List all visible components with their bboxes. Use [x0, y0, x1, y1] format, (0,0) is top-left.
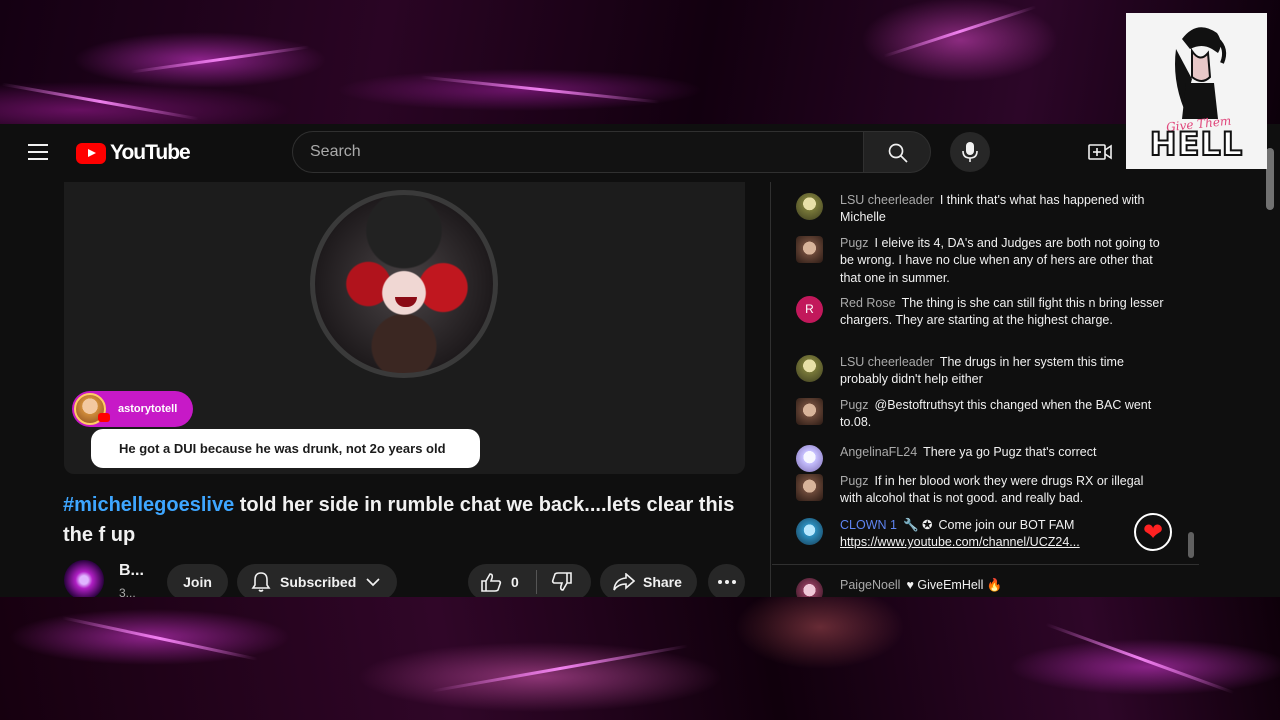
background-bottom: [0, 597, 1280, 720]
chat-author[interactable]: Red Rose: [840, 296, 896, 310]
commenter-name: astorytotell: [118, 403, 178, 415]
create-video-icon: [1088, 144, 1112, 160]
thumbs-down-icon[interactable]: [551, 572, 573, 592]
chat-text: There ya go Pugz that's correct: [923, 445, 1097, 459]
chat-message: R Red Rose The thing is she can still fig…: [796, 295, 1166, 330]
microphone-icon: [962, 142, 978, 162]
chat-message: AngelinaFL24 There ya go Pugz that's corr…: [796, 444, 1166, 472]
masthead: YouTube: [0, 124, 1280, 182]
bell-icon: [251, 572, 271, 592]
chat-text: @Bestoftruthsyt this changed when the BA…: [840, 398, 1152, 430]
chat-avatar[interactable]: R: [796, 296, 823, 323]
chat-scrollbar[interactable]: [1188, 532, 1194, 558]
chat-text: Come join our BOT FAM: [938, 518, 1075, 532]
chat-author[interactable]: Pugz: [840, 236, 869, 250]
chat-avatar[interactable]: [796, 518, 823, 545]
channel-avatar[interactable]: [64, 560, 104, 597]
join-label: Join: [183, 574, 212, 590]
give-them-hell-logo: Give Them HELL: [1126, 13, 1267, 169]
chat-avatar[interactable]: [796, 193, 823, 220]
background-top: [0, 0, 1280, 124]
chat-divider: [772, 564, 1199, 565]
page-scrollbar[interactable]: [1266, 148, 1274, 210]
like-divider: [535, 570, 537, 594]
streamer-avatar: [310, 190, 498, 378]
chat-link[interactable]: https://www.youtube.com/channel/UCZ24...: [840, 535, 1080, 549]
youtube-badge-icon: [98, 413, 110, 422]
chat-author[interactable]: AngelinaFL24: [840, 445, 917, 459]
chat-message: Pugz If in her blood work they were drugs…: [796, 473, 1166, 508]
search-button[interactable]: [863, 131, 931, 173]
chat-message: LSU cheerleader I think that's what has h…: [796, 192, 1166, 227]
chat-badges: 🔧 ✪: [902, 518, 933, 532]
youtube-logo[interactable]: YouTube: [76, 141, 191, 165]
woman-silhouette-icon: [1175, 27, 1227, 119]
chat-avatar[interactable]: [796, 474, 823, 501]
search-input[interactable]: [292, 131, 864, 173]
share-button[interactable]: Share: [600, 564, 697, 597]
like-dislike-group: 0: [468, 564, 591, 597]
video-title: #michellegoeslive told her side in rumbl…: [63, 490, 753, 550]
more-horizontal-icon: [717, 580, 736, 584]
logo-text: YouTube: [110, 141, 191, 164]
search-icon: [888, 143, 908, 163]
chevron-down-icon: [366, 578, 380, 587]
chat-message: Pugz @Bestoftruthsyt this changed when th…: [796, 397, 1166, 432]
subscribed-button[interactable]: Subscribed: [237, 564, 397, 597]
youtube-play-icon: [76, 142, 106, 164]
share-arrow-icon: [613, 573, 635, 591]
chat-avatar[interactable]: [796, 236, 823, 263]
chat-avatar[interactable]: [796, 445, 823, 472]
chat-text: ♥ GiveEmHell 🔥: [906, 578, 1003, 592]
pinned-message: PaigeNoell ♥ GiveEmHell 🔥: [796, 577, 1166, 597]
share-label: Share: [643, 574, 682, 590]
hamburger-menu-icon[interactable]: [28, 144, 48, 160]
join-button[interactable]: Join: [167, 564, 228, 597]
video-player[interactable]: astorytotell He got a DUI because he was…: [64, 182, 745, 474]
chat-avatar[interactable]: [796, 578, 823, 597]
chat-message: Pugz I eleive its 4, DA's and Judges are …: [796, 235, 1166, 287]
chat-text: I eleive its 4, DA's and Judges are both…: [840, 236, 1160, 285]
channel-name[interactable]: B...: [119, 562, 144, 580]
create-button[interactable]: [1088, 142, 1112, 167]
chat-avatar[interactable]: [796, 355, 823, 382]
chat-author[interactable]: Pugz: [840, 474, 869, 488]
subscriber-count: 3...: [119, 586, 136, 597]
chat-author[interactable]: LSU cheerleader: [840, 355, 934, 369]
chat-message: LSU cheerleader The drugs in her system t…: [796, 354, 1166, 389]
commenter-chip: astorytotell: [72, 391, 194, 427]
voice-search-button[interactable]: [950, 132, 990, 172]
chat-author[interactable]: LSU cheerleader: [840, 193, 934, 207]
title-hashtag[interactable]: #michellegoeslive: [63, 494, 234, 516]
chat-message: CLOWN 1 🔧 ✪ Come join our BOT FAM https://…: [796, 517, 1136, 552]
like-count: 0: [511, 574, 519, 590]
brand-word: HELL: [1149, 125, 1244, 163]
heart-reaction-icon[interactable]: ❤: [1134, 513, 1172, 551]
chat-avatar[interactable]: [796, 398, 823, 425]
more-actions-button[interactable]: [708, 564, 745, 597]
chat-text: If in her blood work they were drugs RX …: [840, 474, 1144, 506]
subscribed-label: Subscribed: [280, 574, 357, 590]
chat-author[interactable]: PaigeNoell: [840, 578, 900, 592]
youtube-page: YouTube astorytotell He got a DUI becaus…: [0, 124, 1280, 597]
comment-bubble: He got a DUI because he was drunk, not 2…: [91, 429, 480, 468]
chat-author[interactable]: CLOWN 1: [840, 518, 897, 532]
thumbs-up-icon[interactable]: [480, 572, 502, 592]
chat-author[interactable]: Pugz: [840, 398, 869, 412]
